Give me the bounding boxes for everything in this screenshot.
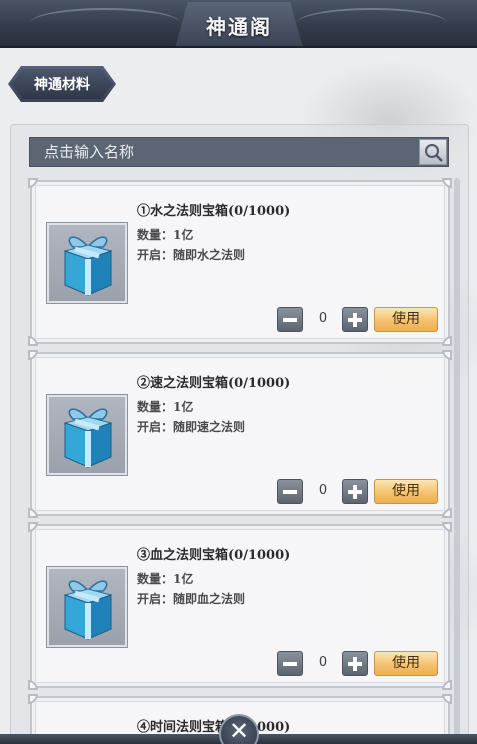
item-open-effect: 开启：随即速之法则 — [137, 420, 246, 434]
item-card: ②速之法则宝箱(0/1000) 数量：1亿 开启：随即速之法则 0 使用 — [28, 350, 452, 518]
quantity-value: 0 — [318, 311, 328, 326]
item-name: ①水之法则宝箱(0/1000) — [137, 204, 291, 219]
decrement-button[interactable] — [277, 651, 303, 676]
category-tab-label: 神通材料 — [34, 77, 90, 93]
item-card: ①水之法则宝箱(0/1000) 数量：1亿 开启：随即水之法则 0 使用 — [28, 178, 452, 346]
increment-button[interactable] — [342, 307, 368, 332]
decrement-button[interactable] — [277, 307, 303, 332]
item-name: ④时间法则宝箱(0/1000) — [137, 720, 291, 735]
gift-box-icon — [63, 408, 113, 468]
page-title: 神通阁 — [206, 14, 272, 39]
use-button[interactable]: 使用 — [374, 479, 438, 504]
close-x-icon: ✕ — [229, 717, 250, 744]
quantity-value: 0 — [318, 483, 328, 498]
title-bar: 神通阁 — [0, 0, 477, 48]
cloud-ornament-right — [297, 8, 447, 38]
item-name: ③血之法则宝箱(0/1000) — [137, 548, 291, 563]
gift-box-icon — [63, 236, 113, 296]
title-plate: 神通阁 — [175, 2, 303, 46]
scrollbar[interactable] — [454, 178, 460, 738]
item-name: ②速之法则宝箱(0/1000) — [137, 376, 291, 391]
item-quantity: 数量：1亿 — [137, 400, 194, 414]
use-button[interactable]: 使用 — [374, 651, 438, 676]
search-input[interactable] — [30, 138, 418, 166]
magnifier-icon — [425, 144, 443, 162]
item-card: ③血之法则宝箱(0/1000) 数量：1亿 开启：随即血之法则 0 使用 — [28, 522, 452, 690]
item-open-effect: 开启：随即血之法则 — [137, 592, 246, 606]
increment-button[interactable] — [342, 651, 368, 676]
category-tab-materials[interactable]: 神通材料 — [8, 66, 116, 102]
cloud-ornament-left — [30, 8, 180, 38]
increment-button[interactable] — [342, 479, 368, 504]
gift-box-icon — [63, 580, 113, 640]
use-button[interactable]: 使用 — [374, 307, 438, 332]
item-thumbnail[interactable] — [46, 394, 128, 476]
search-bar — [29, 137, 449, 167]
quantity-value: 0 — [318, 655, 328, 670]
item-thumbnail[interactable] — [46, 222, 128, 304]
item-quantity: 数量：1亿 — [137, 572, 194, 586]
search-button[interactable] — [419, 139, 447, 165]
item-thumbnail[interactable] — [46, 566, 128, 648]
item-quantity: 数量：1亿 — [137, 228, 194, 242]
decrement-button[interactable] — [277, 479, 303, 504]
item-open-effect: 开启：随即水之法则 — [137, 248, 246, 262]
